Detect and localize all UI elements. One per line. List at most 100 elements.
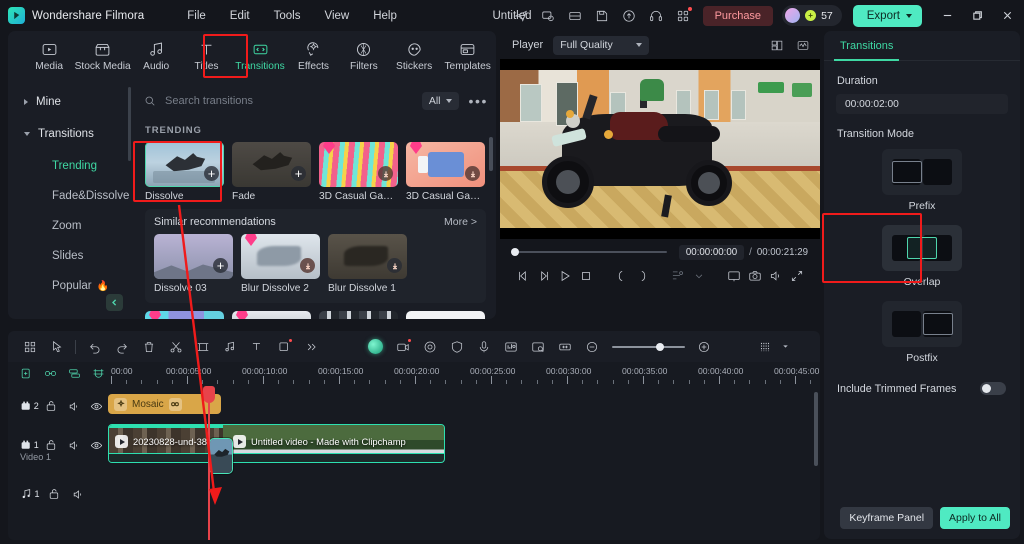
tab-templates[interactable]: Templates bbox=[439, 38, 496, 75]
purchase-button[interactable]: Purchase bbox=[703, 6, 773, 26]
sidebar-item-zoom[interactable]: Zoom bbox=[16, 211, 124, 241]
track-header-1[interactable]: 1 Video 1 bbox=[8, 422, 108, 468]
layout-icon[interactable] bbox=[766, 35, 788, 55]
playhead[interactable] bbox=[208, 388, 210, 540]
menu-tools[interactable]: Tools bbox=[262, 7, 313, 25]
marker-dropdown-icon[interactable] bbox=[778, 335, 792, 358]
stabilize-icon[interactable] bbox=[443, 335, 470, 358]
category-group-transitions[interactable]: Transitions bbox=[16, 119, 124, 149]
add-transition-icon[interactable]: + bbox=[213, 258, 228, 273]
mark-in-icon[interactable] bbox=[611, 265, 632, 287]
crop-icon[interactable] bbox=[723, 265, 744, 287]
tab-stock-media[interactable]: Stock Media bbox=[74, 38, 131, 75]
waveform-icon[interactable] bbox=[792, 35, 814, 55]
mode-option-postfix[interactable]: Postfix bbox=[882, 301, 962, 364]
download-icon[interactable] bbox=[378, 166, 393, 181]
sidebar-item-fade-dissolve[interactable]: Fade&Dissolve bbox=[16, 181, 124, 211]
download-icon[interactable] bbox=[300, 258, 315, 273]
audio-detach-icon[interactable] bbox=[216, 335, 243, 358]
lock-icon[interactable] bbox=[42, 488, 66, 501]
reco-tile-dissolve-03[interactable]: + Dissolve 03 bbox=[154, 234, 233, 294]
transition-tile-dissolve[interactable]: + Dissolve bbox=[145, 142, 224, 202]
menu-help[interactable]: Help bbox=[361, 7, 409, 25]
transition-tile-fade[interactable]: + Fade bbox=[232, 142, 311, 202]
ai-copilot-icon[interactable] bbox=[362, 335, 389, 358]
grid-view-icon[interactable] bbox=[16, 335, 43, 358]
volume-icon[interactable] bbox=[765, 265, 786, 287]
mute-icon[interactable] bbox=[63, 439, 86, 452]
transition-thumbnail[interactable] bbox=[145, 311, 224, 319]
speed-icon[interactable] bbox=[416, 335, 443, 358]
lock-icon[interactable] bbox=[41, 439, 64, 452]
render-preview-icon[interactable] bbox=[667, 265, 688, 287]
mode-option-prefix[interactable]: Prefix bbox=[882, 149, 962, 212]
video-preview[interactable] bbox=[500, 59, 820, 239]
auto-reframe-icon[interactable] bbox=[524, 335, 551, 358]
quality-dropdown[interactable]: Full Quality bbox=[553, 36, 649, 55]
render-dropdown-icon[interactable] bbox=[688, 265, 709, 287]
collapse-sidebar-button[interactable] bbox=[106, 294, 123, 311]
tab-media[interactable]: Media bbox=[24, 38, 74, 75]
zoom-slider-handle[interactable] bbox=[656, 343, 664, 351]
mode-option-overlap[interactable]: Overlap bbox=[882, 225, 962, 288]
split-icon[interactable] bbox=[162, 335, 189, 358]
menu-view[interactable]: View bbox=[312, 7, 361, 25]
sidebar-item-slides[interactable]: Slides bbox=[16, 241, 124, 271]
add-transition-icon[interactable]: + bbox=[291, 166, 306, 181]
prev-frame-icon[interactable] bbox=[512, 265, 533, 287]
close-button[interactable] bbox=[992, 0, 1022, 31]
fullscreen-icon[interactable] bbox=[787, 265, 808, 287]
fit-timeline-icon[interactable] bbox=[551, 335, 578, 358]
recommendations-more-link[interactable]: More > bbox=[444, 216, 477, 228]
cloud-upload-icon[interactable] bbox=[617, 3, 642, 28]
eye-icon[interactable] bbox=[86, 439, 109, 452]
category-scrollbar[interactable] bbox=[128, 87, 131, 161]
tab-titles[interactable]: Titles bbox=[181, 38, 231, 75]
current-timecode[interactable]: 00:00:00:00 bbox=[679, 245, 744, 260]
next-frame-icon[interactable] bbox=[533, 265, 554, 287]
mark-out-icon[interactable] bbox=[632, 265, 653, 287]
transition-thumbnail[interactable] bbox=[319, 311, 398, 319]
timeline-zoom-slider[interactable] bbox=[607, 346, 690, 348]
send-icon[interactable] bbox=[509, 3, 534, 28]
lock-icon[interactable] bbox=[41, 400, 64, 413]
duration-input[interactable]: 00:00:02:00 bbox=[836, 94, 1008, 114]
filter-dropdown[interactable]: All bbox=[422, 92, 460, 110]
transition-tile-3d-casual-game-2[interactable]: 3D Casual Game... bbox=[406, 142, 485, 202]
link-icon[interactable] bbox=[169, 398, 182, 411]
credits-pill[interactable]: + 57 bbox=[782, 5, 842, 26]
mute-icon[interactable] bbox=[66, 488, 90, 501]
download-icon[interactable] bbox=[387, 258, 402, 273]
apply-to-all-button[interactable]: Apply to All bbox=[940, 507, 1010, 529]
snapshot-icon[interactable] bbox=[744, 265, 765, 287]
save-icon[interactable] bbox=[590, 3, 615, 28]
stop-icon[interactable] bbox=[576, 265, 597, 287]
group-icon[interactable] bbox=[68, 367, 81, 380]
split-view-icon[interactable] bbox=[563, 3, 588, 28]
menu-file[interactable]: File bbox=[175, 7, 218, 25]
timeline-scrollbar[interactable] bbox=[814, 392, 818, 466]
tab-audio[interactable]: Audio bbox=[131, 38, 181, 75]
keyframe-panel-button[interactable]: Keyframe Panel bbox=[840, 507, 933, 529]
transition-thumbnail[interactable] bbox=[406, 311, 485, 319]
more-icon[interactable] bbox=[297, 335, 324, 358]
undo-icon[interactable] bbox=[81, 335, 108, 358]
export-button[interactable]: Export bbox=[853, 5, 922, 27]
delete-icon[interactable] bbox=[135, 335, 162, 358]
zoom-out-icon[interactable] bbox=[578, 335, 605, 358]
magnet-icon[interactable] bbox=[92, 367, 105, 380]
tab-filters[interactable]: Filters bbox=[339, 38, 389, 75]
clip-video-row[interactable]: 20230828-und-38... Untitled video - Made… bbox=[108, 424, 445, 463]
add-track-icon[interactable] bbox=[20, 367, 33, 380]
zoom-in-icon[interactable] bbox=[690, 335, 717, 358]
mask-icon[interactable] bbox=[270, 335, 297, 358]
voiceover-icon[interactable] bbox=[470, 335, 497, 358]
category-group-mine[interactable]: Mine bbox=[16, 87, 124, 117]
include-trimmed-frames-toggle[interactable] bbox=[980, 382, 1006, 395]
restore-button[interactable] bbox=[962, 0, 992, 31]
mute-icon[interactable] bbox=[63, 400, 86, 413]
screen-record-icon[interactable] bbox=[536, 3, 561, 28]
select-tool-icon[interactable] bbox=[43, 335, 70, 358]
crop-icon[interactable] bbox=[189, 335, 216, 358]
timeline-ruler[interactable]: 00:00 00:00:05:00 00:00:10:00 00:00:15:0… bbox=[108, 362, 820, 388]
